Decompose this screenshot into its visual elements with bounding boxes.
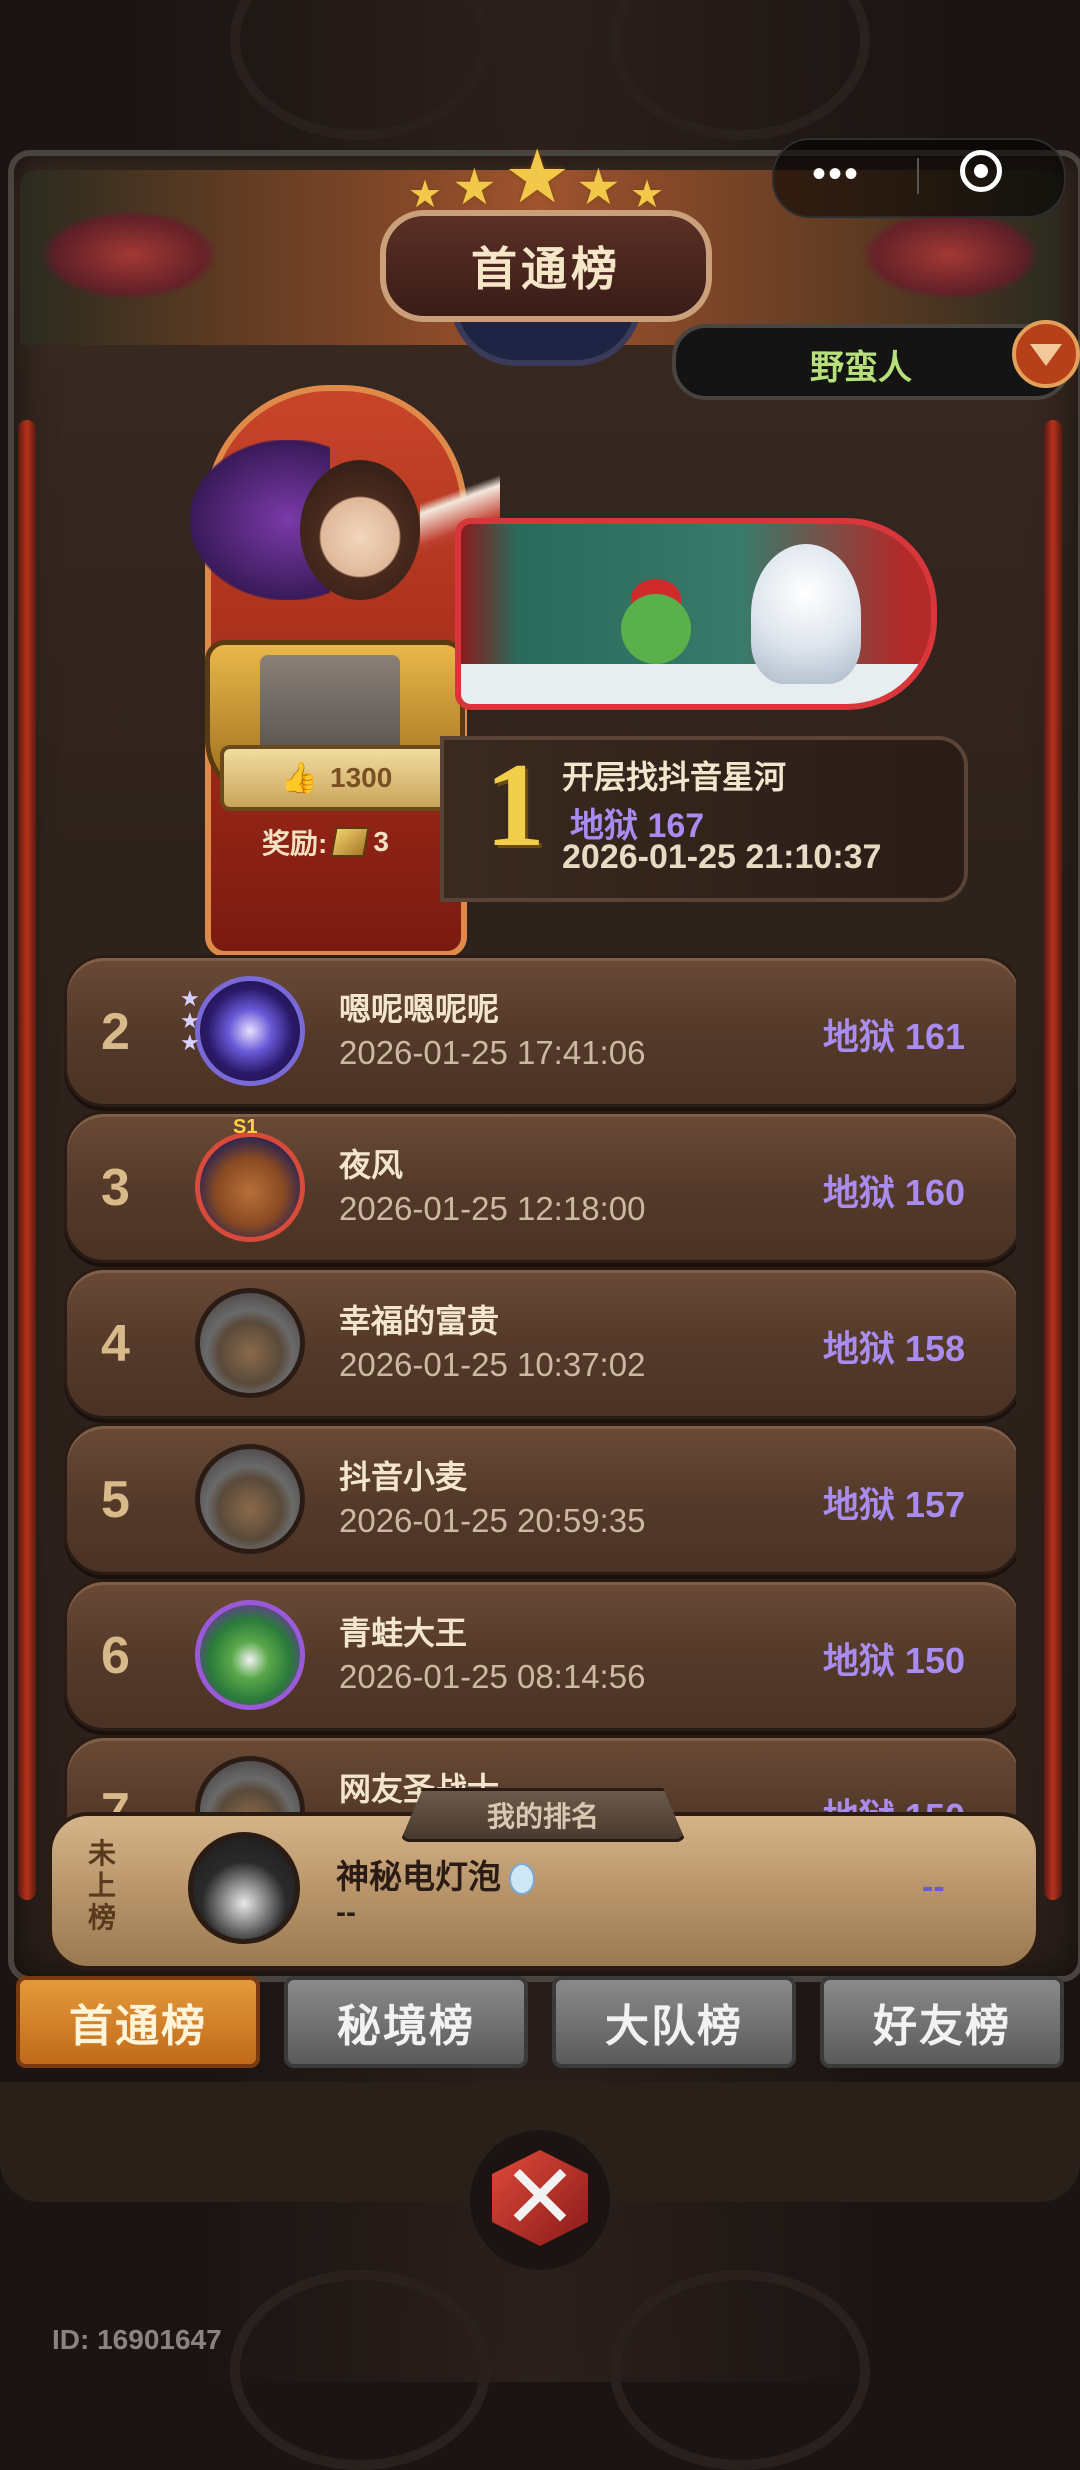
close-icon[interactable]: ✕ xyxy=(492,2150,588,2246)
helmet-avatar[interactable] xyxy=(195,1288,305,1398)
capsule-divider xyxy=(917,158,919,194)
my-rank-tag: 我的排名 xyxy=(400,1788,686,1842)
tab-friends[interactable]: 好友榜 xyxy=(820,1976,1064,2068)
clear-time: 2026-01-25 10:37:02 xyxy=(339,1346,646,1383)
rank-number: 4 xyxy=(101,1315,130,1373)
gold-bar-icon xyxy=(330,827,370,857)
ranking-row[interactable]: 4 幸福的富贵 2026-01-25 10:37:02 地狱 158 xyxy=(64,1267,1016,1419)
tab-squad[interactable]: 大队榜 xyxy=(552,1976,796,2068)
reward-label: 奖励: xyxy=(262,828,328,859)
frog-avatar[interactable] xyxy=(195,1600,305,1710)
like-button[interactable]: 👍 1300 xyxy=(220,745,453,811)
ranking-row[interactable]: 2 嗯呢嗯呢呢 2026-01-25 17:41:06 地狱 161 xyxy=(64,955,1016,1107)
hell-level: 地狱 158 xyxy=(822,1328,965,1369)
helmet-avatar[interactable] xyxy=(195,1756,305,1820)
clear-time: 2026-01-25 17:41:06 xyxy=(339,1034,646,1071)
season-badge: S1 xyxy=(233,1116,258,1138)
ranking-row[interactable]: 5 抖音小麦 2026-01-25 20:59:35 地狱 157 xyxy=(64,1423,1016,1575)
more-menu-button[interactable]: ••• xyxy=(812,152,860,197)
my-rank-time: -- xyxy=(336,1896,356,1929)
class-selector-label: 野蛮人 xyxy=(810,349,912,387)
bear-avatar[interactable] xyxy=(195,1132,305,1242)
my-rank-level: -- xyxy=(922,1868,945,1906)
banner-eye-left xyxy=(40,210,220,300)
player-name: 幸福的富贵 xyxy=(339,1303,500,1339)
my-name: 神秘电灯泡 xyxy=(336,1850,535,1898)
thumbs-up-icon: 👍 xyxy=(280,761,319,795)
player-name: 夜风 xyxy=(339,1147,404,1183)
star-icon: ★ xyxy=(452,159,497,215)
my-rank-status: 未上榜 xyxy=(87,1838,116,1933)
hell-level: 地狱 150 xyxy=(822,1640,965,1681)
clear-time: 2026-01-25 20:59:35 xyxy=(339,1502,646,1539)
rank-number: 3 xyxy=(101,1159,130,1217)
side-rail-left xyxy=(18,420,36,1900)
page-title: 首通榜 xyxy=(471,243,621,295)
star-icon: ★ xyxy=(504,135,571,218)
reward-count: 3 xyxy=(373,826,389,857)
my-name-text: 神秘电灯泡 xyxy=(336,1858,501,1895)
banner-eye-right xyxy=(860,210,1040,300)
close-miniprogram-icon[interactable] xyxy=(960,150,1002,192)
star-icon: ★ xyxy=(576,159,621,215)
card-girl xyxy=(751,544,861,684)
hell-level: 地狱 157 xyxy=(822,1484,965,1525)
rank-number: 5 xyxy=(101,1471,130,1529)
player-name: 抖音小麦 xyxy=(339,1459,468,1495)
star-badges-icon: ★ ★ ★ xyxy=(180,986,200,1055)
first-place-name: 开层找抖音星河 xyxy=(562,759,787,795)
rank-number: 2 xyxy=(101,1003,130,1061)
podium-pedestal-inner xyxy=(260,655,400,755)
ranking-list[interactable]: 2 嗯呢嗯呢呢 2026-01-25 17:41:06 地狱 161 3 夜风 … xyxy=(64,955,1016,1820)
egg-icon xyxy=(509,1863,535,1896)
hell-level: 地狱 160 xyxy=(822,1172,965,1213)
class-selector[interactable]: 野蛮人 xyxy=(672,324,1070,400)
ornament-swirl xyxy=(230,2270,490,2470)
first-place-time: 2026-01-25 21:10:37 xyxy=(562,838,882,876)
helmet-avatar[interactable] xyxy=(195,1444,305,1554)
like-count: 1300 xyxy=(330,762,393,793)
tab-secret-realm[interactable]: 秘境榜 xyxy=(284,1976,528,2068)
rank-number: 6 xyxy=(101,1627,130,1685)
star-rating: ★ ★ ★ ★ ★ xyxy=(400,128,680,218)
ranking-row[interactable]: 6 青蛙大王 2026-01-25 08:14:56 地狱 150 xyxy=(64,1579,1016,1731)
wizard-avatar[interactable] xyxy=(188,1832,300,1944)
title-plate: 首通榜 xyxy=(380,210,712,322)
first-place-card-banner xyxy=(455,518,937,710)
clear-time: 2026-01-25 08:14:56 xyxy=(339,1658,646,1695)
my-rank-tag-label: 我的排名 xyxy=(486,1801,599,1832)
reward-row: 奖励: 3 xyxy=(262,822,389,862)
card-snow xyxy=(461,664,931,704)
moon-avatar[interactable] xyxy=(195,976,305,1086)
clear-time: 2026-01-25 12:18:00 xyxy=(339,1190,646,1227)
first-place-rank: 1 xyxy=(485,738,545,871)
player-name: 青蛙大王 xyxy=(339,1615,468,1651)
side-rail-right xyxy=(1044,420,1062,1900)
ranking-row[interactable]: 3 夜风 2026-01-25 12:18:00 地狱 160 xyxy=(64,1111,1016,1263)
card-frog xyxy=(621,594,691,664)
user-id: ID: 16901647 xyxy=(52,2324,222,2355)
player-name: 嗯呢嗯呢呢 xyxy=(339,991,500,1027)
ornament-swirl xyxy=(610,2270,870,2470)
tab-first-clear[interactable]: 首通榜 xyxy=(16,1976,260,2068)
hero-head xyxy=(300,460,420,600)
dropdown-arrow-icon[interactable] xyxy=(1012,320,1080,388)
hell-level: 地狱 161 xyxy=(822,1016,965,1057)
